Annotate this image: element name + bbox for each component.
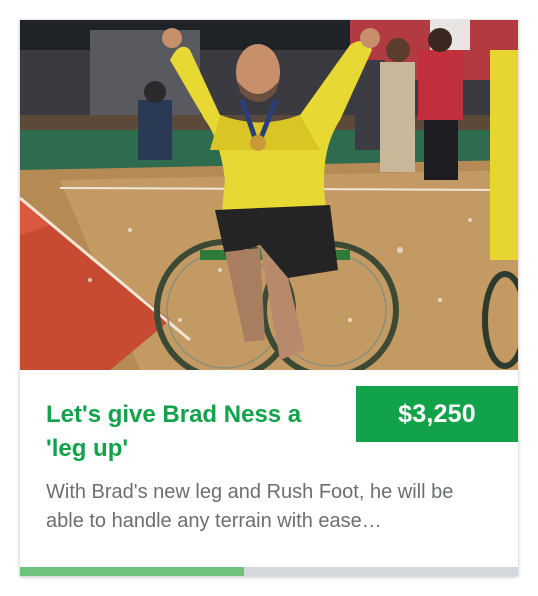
campaign-photo[interactable] bbox=[20, 20, 518, 370]
campaign-description: With Brad's new leg and Rush Foot, he wi… bbox=[46, 481, 454, 532]
athlete-celebration-image bbox=[20, 20, 518, 370]
funding-progress-bar bbox=[20, 567, 518, 576]
amount-badge: $3,250 bbox=[356, 386, 518, 442]
campaign-title[interactable]: Let's give Brad Ness a 'leg up' bbox=[46, 398, 336, 466]
campaign-card[interactable]: $3,250 Let's give Brad Ness a 'leg up' W… bbox=[20, 20, 518, 576]
amount-raised: $3,250 bbox=[398, 399, 476, 428]
funding-progress-fill bbox=[20, 567, 245, 576]
